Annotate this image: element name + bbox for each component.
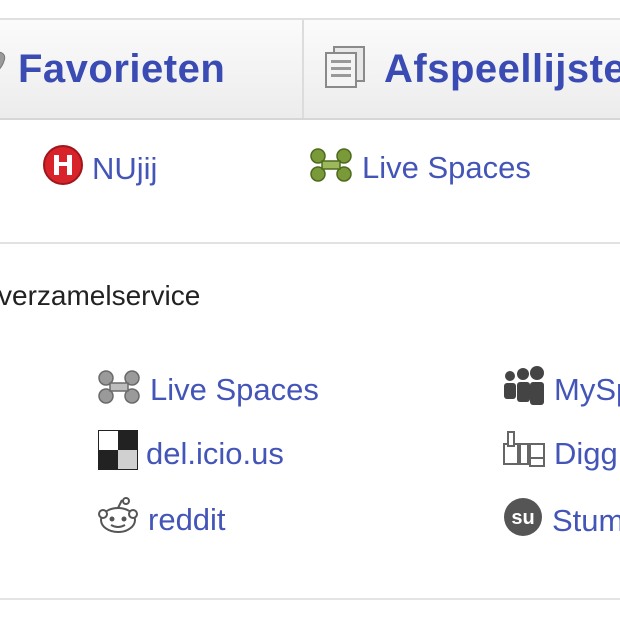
reddit-icon — [96, 496, 140, 544]
stumbleupon-icon: su — [502, 496, 544, 546]
tab-playlists[interactable]: Afspeellijsten — [304, 20, 620, 118]
bookmark-link-label: reddit — [148, 502, 226, 537]
share-link-label: Live Spaces — [362, 150, 531, 185]
share-row: NUjij Live Spaces — [0, 120, 620, 244]
bookmark-link-stumbleupon[interactable]: su Stum — [502, 496, 620, 546]
bookmark-link-label: Digg — [554, 436, 618, 471]
bookmark-link-label: Stum — [552, 503, 620, 538]
tab-label: Favorieten — [18, 46, 226, 91]
bookmark-link-myspace[interactable]: MySp — [502, 366, 620, 414]
tab-favorites[interactable]: Favorieten — [0, 20, 304, 118]
tab-bar: Favorieten Afspeellijsten — [0, 20, 620, 120]
bookmark-link-label: Live Spaces — [150, 372, 319, 407]
share-link-label: NUjij — [92, 151, 158, 186]
bookmark-link-label: del.icio.us — [146, 436, 284, 471]
share-link-nujij[interactable]: NUjij — [42, 144, 157, 194]
tab-label: Afspeellijsten — [384, 46, 620, 91]
bookmark-link-delicious[interactable]: del.icio.us — [98, 430, 284, 478]
heart-icon — [0, 49, 8, 90]
nujij-icon — [42, 144, 84, 194]
delicious-icon — [98, 430, 138, 478]
bookmark-link-label: MySp — [554, 372, 620, 407]
top-strip — [0, 0, 620, 20]
bookmark-link-digg[interactable]: Digg — [502, 430, 618, 478]
digg-icon — [502, 430, 546, 478]
share-link-live-spaces[interactable]: Live Spaces — [308, 144, 531, 192]
live-spaces-icon — [96, 366, 142, 414]
live-spaces-icon — [308, 144, 354, 192]
bookmark-link-reddit[interactable]: reddit — [96, 496, 226, 544]
bookmark-link-live-spaces[interactable]: Live Spaces — [96, 366, 319, 414]
svg-text:su: su — [511, 507, 534, 529]
section-title: verzamelservice — [0, 280, 201, 311]
playlist-icon — [322, 45, 368, 94]
divider — [0, 598, 620, 600]
myspace-icon — [502, 366, 546, 414]
